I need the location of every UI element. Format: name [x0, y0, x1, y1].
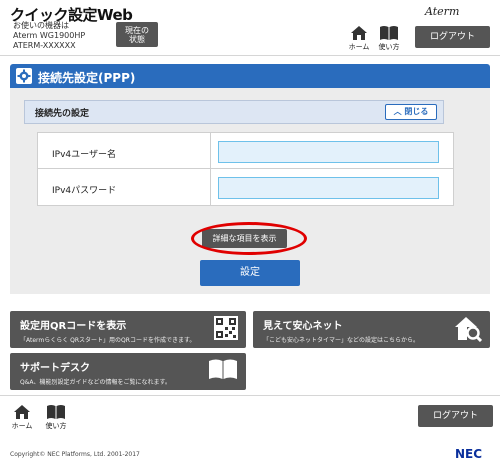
copyright: Copyright© NEC Platforms, Ltd. 2001-2017 — [10, 451, 140, 458]
qr-panel-desc: 「Atermらくらく QRスタート」用のQRコードを作成できます。 — [20, 337, 196, 344]
gear-icon — [16, 68, 32, 84]
current-status-button[interactable]: 現在の 状態 — [116, 22, 158, 47]
home-search-icon — [455, 317, 482, 342]
ipv4-password-label: IPv4パスワード — [52, 186, 117, 196]
nec-logo: NEC — [455, 447, 483, 461]
form-divider — [210, 169, 211, 205]
safety-net-panel[interactable]: 見えて安心ネット 「こども安心ネットタイマー」などの設定はこちらから。 — [253, 311, 490, 348]
book-icon — [380, 26, 398, 40]
qr-code-icon — [214, 316, 238, 340]
status-button-line-1: 現在の — [125, 26, 149, 35]
form-divider — [210, 133, 211, 169]
support-panel-desc: Q&A、機能別設定ガイドなどの情報をご覧になれます。 — [20, 379, 171, 386]
status-button-line-2: 状態 — [129, 35, 145, 44]
logout-button[interactable]: ログアウト — [415, 26, 490, 48]
home-icon — [14, 405, 30, 419]
form-row-password: IPv4パスワード — [38, 169, 453, 205]
footer-logout-button[interactable]: ログアウト — [418, 405, 493, 427]
home-icon — [351, 26, 367, 40]
footer-manual-button[interactable]: 使い方 — [42, 404, 70, 434]
collapse-button[interactable]: ︿ 閉じる — [385, 104, 437, 120]
safety-panel-desc: 「こども安心ネットタイマー」などの設定はこちらから。 — [263, 337, 420, 344]
device-info-line-3: ATERM-XXXXXX — [13, 41, 76, 50]
brand-logo: Aterm — [425, 5, 460, 18]
footer-divider — [0, 395, 500, 396]
connection-form: IPv4ユーザー名 IPv4パスワード — [37, 132, 454, 206]
home-nav-button[interactable]: ホーム — [345, 25, 373, 55]
header: クイック設定Web お使いの機器は Aterm WG1900HP ATERM-X… — [0, 0, 500, 56]
book-icon — [47, 405, 65, 419]
support-desk-panel[interactable]: サポートデスク Q&A、機能別設定ガイドなどの情報をご覧になれます。 — [10, 353, 246, 390]
qr-panel-title: 設定用QRコードを表示 — [20, 321, 127, 332]
ipv4-username-label: IPv4ユーザー名 — [52, 150, 116, 160]
manual-label: 使い方 — [378, 43, 400, 51]
section-header: 接続先設定(PPP) — [10, 64, 490, 88]
footer-home-label: ホーム — [11, 422, 33, 430]
subsection-header: 接続先の設定 ︿ 閉じる — [24, 100, 444, 124]
settings-button[interactable]: 設定 — [200, 260, 300, 286]
device-info-line-2: Aterm WG1900HP — [13, 31, 86, 40]
qr-code-panel[interactable]: 設定用QRコードを表示 「Atermらくらく QRスタート」用のQRコードを作成… — [10, 311, 246, 348]
chevron-up-icon: ︿ — [393, 107, 402, 116]
highlight-circle — [191, 222, 307, 255]
form-row-username: IPv4ユーザー名 — [38, 133, 453, 169]
subsection-title: 接続先の設定 — [35, 109, 90, 119]
book-icon — [209, 359, 237, 379]
device-info-line-1: お使いの機器は — [13, 21, 69, 30]
section-title: 接続先設定(PPP) — [38, 71, 136, 85]
manual-nav-button[interactable]: 使い方 — [375, 25, 403, 55]
footer-home-button[interactable]: ホーム — [8, 404, 36, 434]
ipv4-password-input[interactable] — [218, 177, 439, 199]
ipv4-username-input[interactable] — [218, 141, 439, 163]
support-panel-title: サポートデスク — [20, 363, 90, 374]
footer-manual-label: 使い方 — [45, 422, 67, 430]
collapse-label: 閉じる — [404, 107, 429, 116]
safety-panel-title: 見えて安心ネット — [263, 321, 343, 332]
home-label: ホーム — [348, 43, 370, 51]
